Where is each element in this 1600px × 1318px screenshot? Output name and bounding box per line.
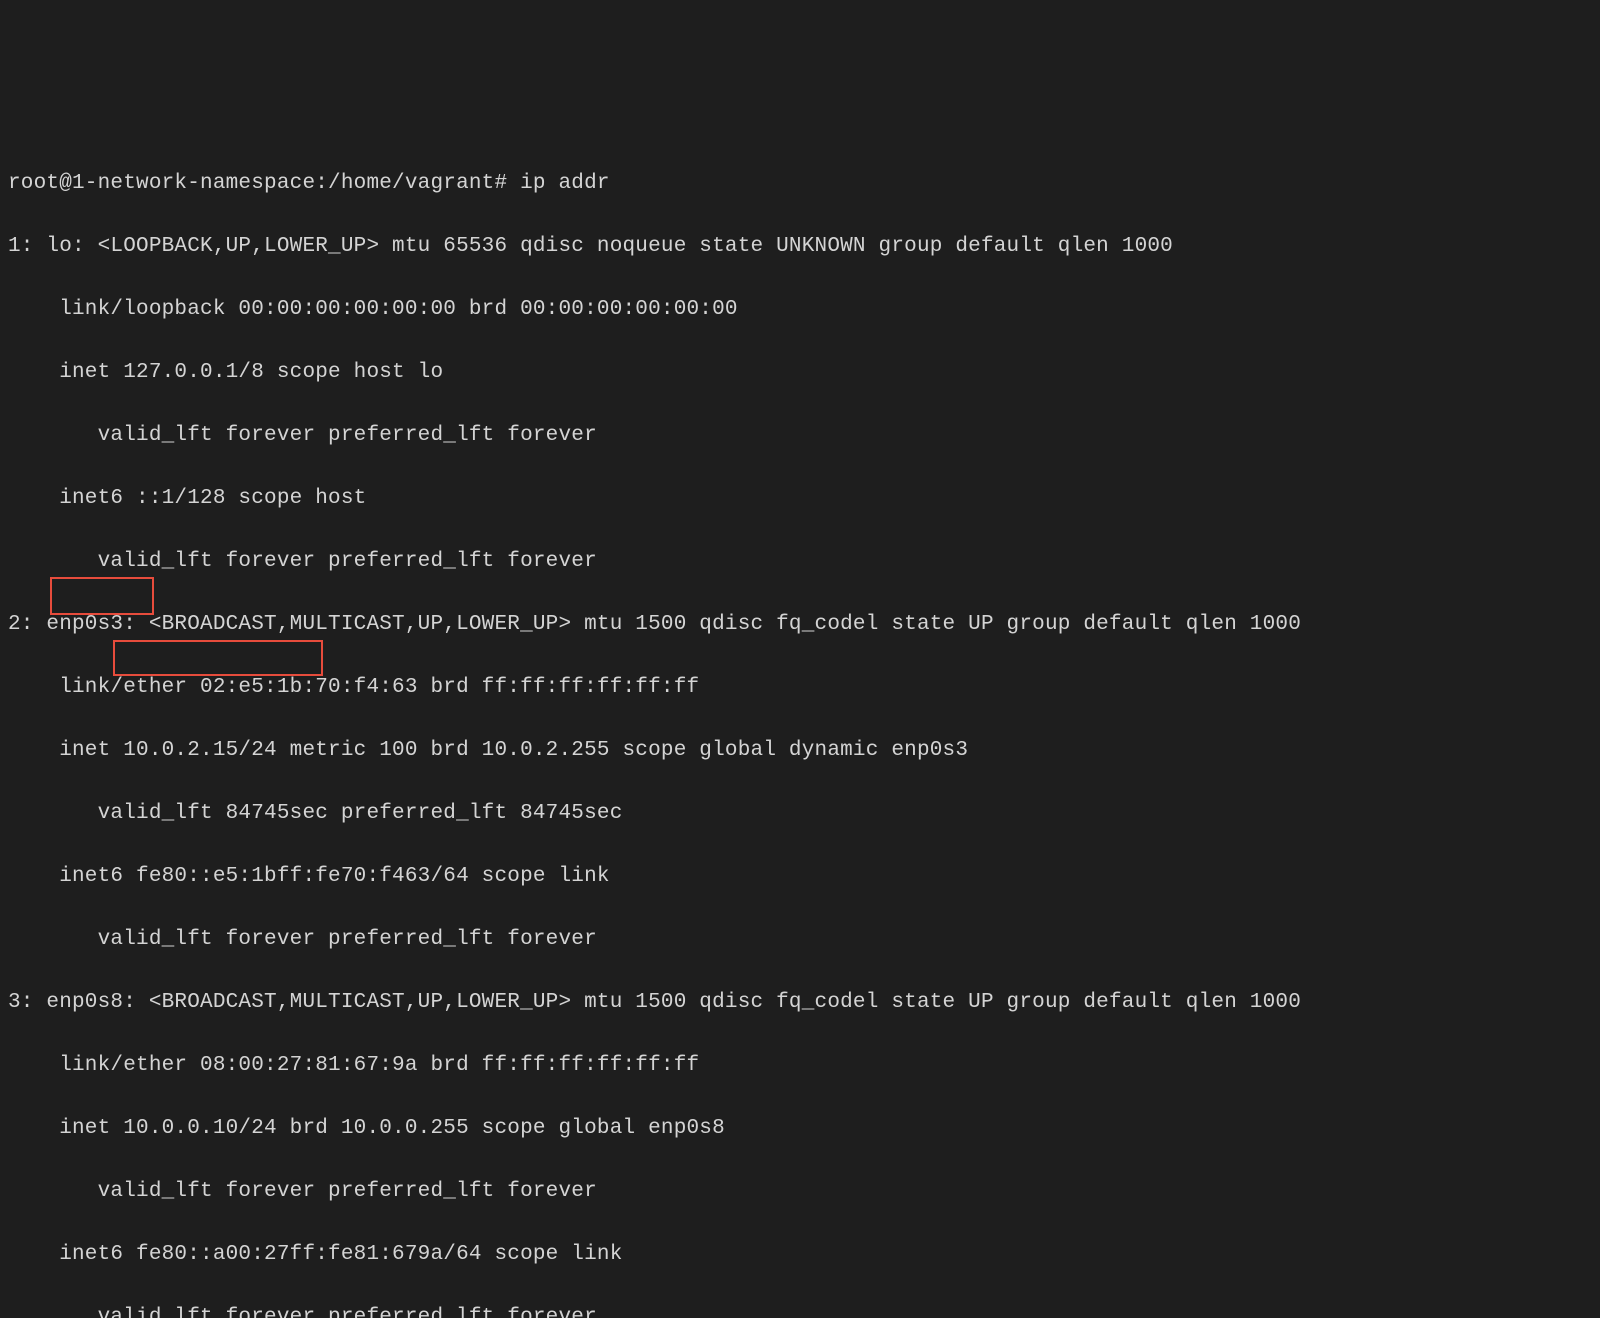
output-line: valid_lft forever preferred_lft forever [8,420,1592,452]
output-line: 3: enp0s8: <BROADCAST,MULTICAST,UP,LOWER… [8,987,1592,1019]
output-line: inet 127.0.0.1/8 scope host lo [8,357,1592,389]
output-line: valid_lft forever preferred_lft forever [8,1302,1592,1318]
terminal-output: root@1-network-namespace:/home/vagrant# … [8,136,1592,1318]
output-line: link/loopback 00:00:00:00:00:00 brd 00:0… [8,294,1592,326]
output-line: inet6 ::1/128 scope host [8,483,1592,515]
shell-prompt: root@1-network-namespace:/home/vagrant# … [8,168,1592,200]
output-line: valid_lft forever preferred_lft forever [8,1176,1592,1208]
output-line: link/ether 02:e5:1b:70:f4:63 brd ff:ff:f… [8,672,1592,704]
output-line: 2: enp0s3: <BROADCAST,MULTICAST,UP,LOWER… [8,609,1592,641]
output-line: inet 10.0.2.15/24 metric 100 brd 10.0.2.… [8,735,1592,767]
output-line: inet6 fe80::a00:27ff:fe81:679a/64 scope … [8,1239,1592,1271]
output-line: link/ether 08:00:27:81:67:9a brd ff:ff:f… [8,1050,1592,1082]
output-line: valid_lft 84745sec preferred_lft 84745se… [8,798,1592,830]
output-line: 1: lo: <LOOPBACK,UP,LOWER_UP> mtu 65536 … [8,231,1592,263]
output-line: valid_lft forever preferred_lft forever [8,546,1592,578]
output-line: inet6 fe80::e5:1bff:fe70:f463/64 scope l… [8,861,1592,893]
output-line: valid_lft forever preferred_lft forever [8,924,1592,956]
output-line: inet 10.0.0.10/24 brd 10.0.0.255 scope g… [8,1113,1592,1145]
